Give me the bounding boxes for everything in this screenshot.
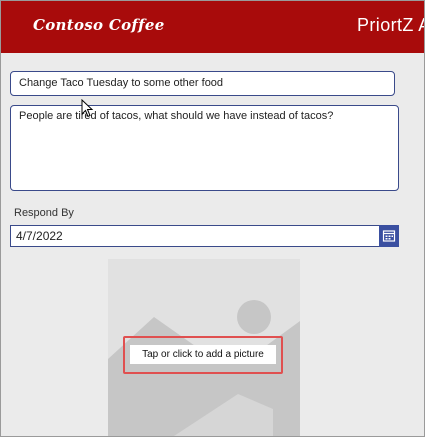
idea-title-input[interactable]: Change Taco Tuesday to some other food — [10, 71, 395, 96]
app-title: PriortZ A — [357, 15, 425, 35]
idea-description-input[interactable]: People are tired of tacos, what should w… — [10, 105, 399, 191]
app-window: Contoso Coffee PriortZ A Change Taco Tue… — [0, 0, 425, 437]
calendar-icon — [382, 230, 396, 242]
respond-by-label: Respond By — [14, 207, 74, 219]
brand-logo: Contoso Coffee — [33, 16, 165, 34]
date-picker-button[interactable] — [379, 225, 399, 247]
mouse-pointer-icon — [81, 99, 94, 118]
respond-by-date-input[interactable]: 4/7/2022 — [10, 225, 384, 247]
add-picture-label[interactable]: Tap or click to add a picture — [130, 345, 276, 364]
app-header: Contoso Coffee PriortZ A — [1, 1, 424, 53]
